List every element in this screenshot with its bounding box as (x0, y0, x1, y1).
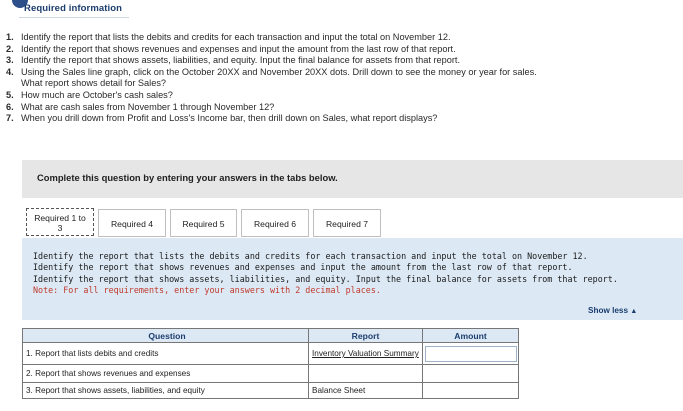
header-amount: Amount (422, 328, 519, 343)
show-less-link[interactable]: Show less ▲ (588, 306, 637, 315)
amount-input[interactable] (422, 382, 519, 399)
amount-field[interactable] (424, 345, 517, 362)
tab-required-4[interactable]: Required 4 (98, 209, 166, 237)
header-question: Question (22, 328, 309, 343)
requirement-item: 5. How much are October's cash sales? (6, 89, 173, 100)
title-underline (19, 17, 129, 18)
report-select[interactable]: Inventory Valuation Summary (308, 342, 423, 365)
requirement-item: 7. When you drill down from Profit and Lo… (6, 113, 438, 124)
amount-input[interactable] (422, 342, 519, 365)
table-row: 1. Report that lists debits and credits … (22, 342, 519, 365)
question-cell: 1. Report that lists debits and credits (22, 342, 309, 365)
tab-required-7[interactable]: Required 7 (313, 209, 381, 237)
report-value: Inventory Valuation Summary (309, 348, 422, 359)
question-cell: 3. Report that shows assets, liabilities… (22, 382, 309, 399)
table-row: 3. Report that shows assets, liabilities… (22, 382, 519, 399)
section-title: Required information (24, 3, 123, 14)
amount-field[interactable] (423, 372, 518, 375)
requirement-item: 3. Identify the report that shows assets,… (6, 55, 461, 66)
tab-required-5[interactable]: Required 5 (170, 209, 237, 237)
report-select[interactable] (308, 364, 423, 383)
panel-instructions: Identify the report that lists the debit… (33, 251, 618, 296)
up-triangle-icon: ▲ (630, 308, 638, 315)
requirement-item: 1. Identify the report that lists the deb… (6, 32, 451, 42)
report-value: Balance Sheet (309, 385, 422, 396)
question-cell: 2. Report that shows revenues and expens… (22, 364, 309, 383)
requirement-panel: Identify the report that lists the debit… (22, 238, 683, 320)
requirements-list: 1. Identify the report that lists the deb… (6, 32, 683, 125)
instructions-bar: Complete this question by entering your … (22, 160, 683, 198)
report-value (309, 372, 422, 375)
requirement-item: 4. Using the Sales line graph, click on t… (6, 66, 537, 77)
answer-table: Question Report Amount 1. Report that li… (22, 328, 519, 399)
header-report: Report (308, 328, 423, 343)
table-row: 2. Report that shows revenues and expens… (22, 364, 519, 383)
requirement-item: 6. What are cash sales from November 1 th… (6, 101, 275, 112)
tab-required-1-to-3[interactable]: Required 1 to 3 (26, 208, 94, 236)
required-information-header: Required information (0, 0, 683, 24)
amount-field[interactable] (423, 389, 518, 392)
amount-input[interactable] (422, 364, 519, 383)
report-select[interactable]: Balance Sheet (308, 382, 423, 399)
decimal-note: Note: For all requirements, enter your a… (33, 285, 381, 296)
requirement-item: 2. Identify the report that shows revenue… (6, 43, 456, 54)
instructions-text: Complete this question by entering your … (37, 172, 338, 183)
requirement-continuation: What report shows detail for Sales? (21, 78, 167, 89)
tab-required-6[interactable]: Required 6 (241, 209, 309, 237)
